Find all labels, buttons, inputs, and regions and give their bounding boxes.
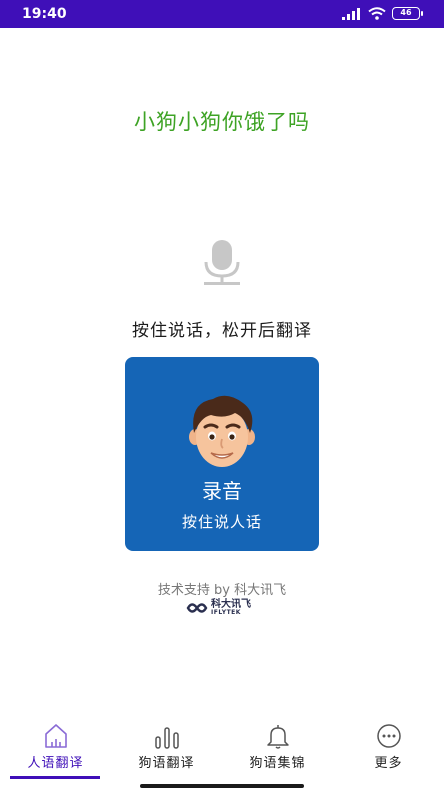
tab-more[interactable]: 更多 <box>333 716 444 786</box>
iflytek-logo: 科大讯飞 IFLYTEK <box>186 598 266 618</box>
status-time: 19:40 <box>22 6 67 22</box>
signal-icon <box>342 7 360 20</box>
status-icons: 46 <box>342 7 423 20</box>
tab-label: 更多 <box>374 756 403 771</box>
active-tab-indicator <box>10 776 100 779</box>
status-bar: 19:40 46 <box>0 0 444 28</box>
wifi-icon <box>368 7 386 20</box>
bell-icon <box>267 725 289 749</box>
translation-result: 小狗小狗你饿了吗 <box>134 110 310 134</box>
tab-label: 狗语集锦 <box>249 756 306 771</box>
record-button-title: 录音 <box>202 479 242 503</box>
tab-label: 人语翻译 <box>27 756 84 771</box>
sound-bars-icon <box>155 727 179 749</box>
battery-icon: 46 <box>392 7 423 20</box>
microphone-icon <box>204 240 240 285</box>
brand-name-en: IFLYTEK <box>211 609 241 616</box>
bottom-tab-bar: 人语翻译 狗语翻译 狗语集锦 更多 <box>0 716 444 794</box>
iflytek-mark-icon <box>186 603 208 613</box>
home-indicator[interactable] <box>140 784 304 788</box>
tab-human-translate[interactable]: 人语翻译 <box>0 716 111 786</box>
home-icon <box>45 724 67 748</box>
avatar <box>189 395 255 467</box>
record-button-subtitle: 按住说人话 <box>181 513 262 531</box>
powered-by-text: 技术支持 by 科大讯飞 <box>157 583 287 598</box>
hold-to-talk-hint: 按住说话，松开后翻译 <box>132 321 312 341</box>
record-button[interactable]: 录音 按住说人话 <box>125 357 319 551</box>
tab-label: 狗语翻译 <box>138 756 195 771</box>
tab-dog-translate[interactable]: 狗语翻译 <box>111 716 222 786</box>
tab-dog-collection[interactable]: 狗语集锦 <box>222 716 333 786</box>
more-icon <box>377 724 401 748</box>
